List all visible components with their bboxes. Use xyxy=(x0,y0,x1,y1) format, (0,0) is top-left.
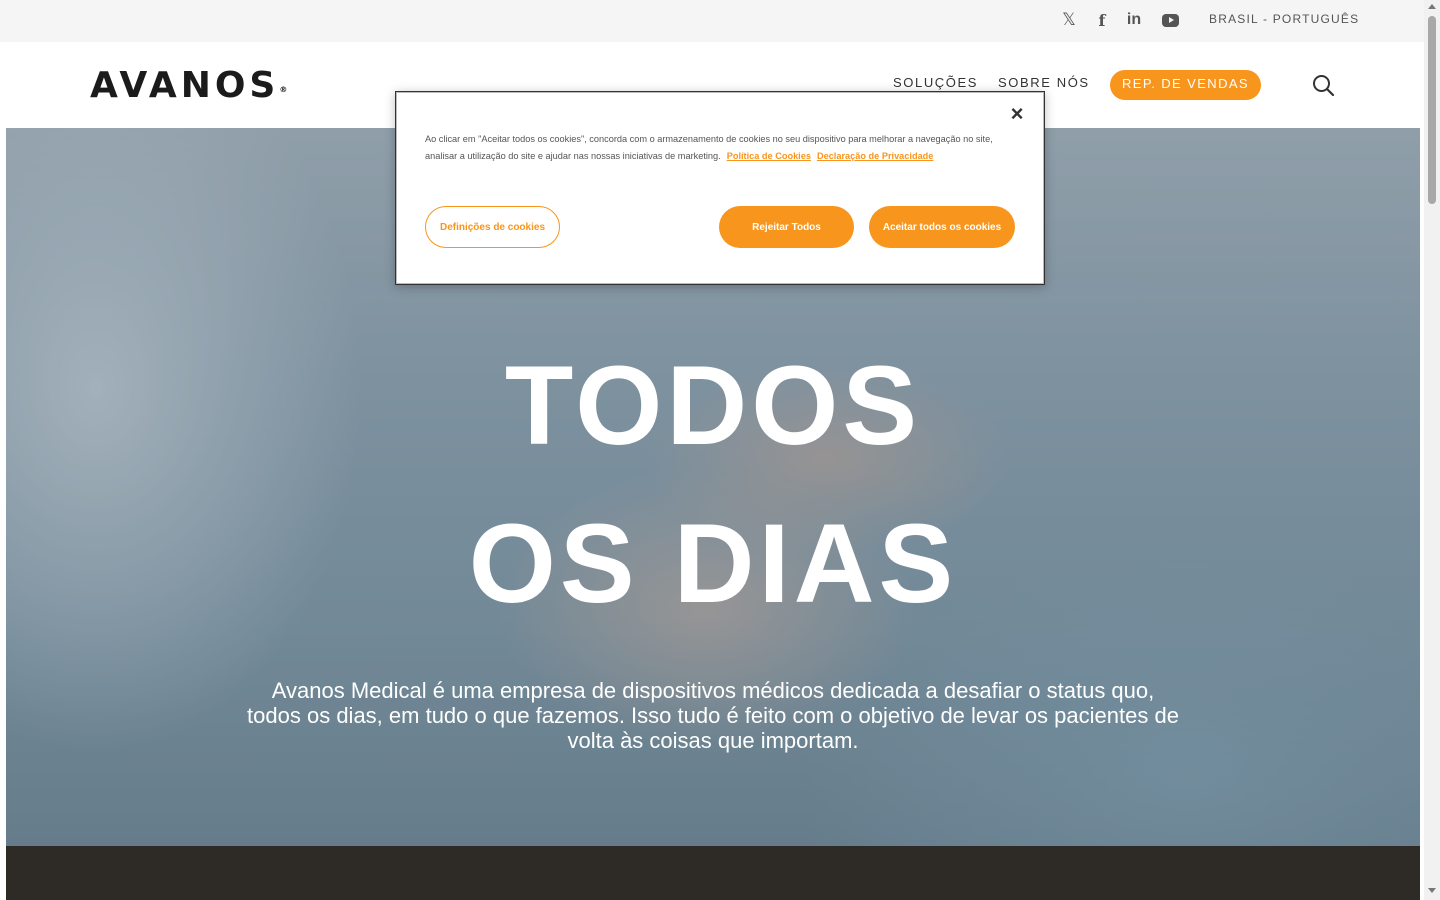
x-twitter-icon[interactable]: 𝕏 xyxy=(1058,9,1080,31)
scroll-up-arrow-icon[interactable] xyxy=(1428,4,1436,9)
close-icon[interactable]: × xyxy=(1007,103,1027,125)
linkedin-icon[interactable]: in xyxy=(1123,9,1145,31)
facebook-icon[interactable]: f xyxy=(1091,9,1113,31)
privacy-statement-link[interactable]: Declaração de Privacidade xyxy=(817,151,933,161)
cookie-consent-dialog: × Ao clicar em "Aceitar todos os cookies… xyxy=(395,91,1045,285)
scroll-down-arrow-icon[interactable] xyxy=(1428,888,1436,893)
registered-mark: ® xyxy=(279,85,288,94)
youtube-play-icon xyxy=(1161,13,1179,27)
hero-title-line2: OS DIAS xyxy=(468,501,958,626)
avanos-logo[interactable]: AVANOS® xyxy=(90,66,287,106)
dark-section xyxy=(6,846,1420,900)
language-selector[interactable]: BRASIL - PORTUGUÊS xyxy=(1209,12,1359,26)
reject-all-button[interactable]: Rejeitar Todos xyxy=(719,206,854,248)
hero-description: Avanos Medical é uma empresa de disposit… xyxy=(247,678,1179,753)
scroll-thumb[interactable] xyxy=(1428,16,1436,204)
top-utility-bar: 𝕏 f in BRASIL - PORTUGUÊS xyxy=(0,0,1424,42)
nav-sobre-nos[interactable]: SOBRE NÓS xyxy=(998,75,1090,90)
page-scrollbar[interactable] xyxy=(1424,0,1440,900)
search-icon[interactable] xyxy=(1312,74,1334,96)
cookie-policy-link[interactable]: Política de Cookies xyxy=(727,151,811,161)
youtube-icon[interactable] xyxy=(1159,9,1181,31)
cookie-notice-text: Ao clicar em "Aceitar todos os cookies",… xyxy=(425,131,1020,165)
hero-title-line1: TODOS xyxy=(504,343,922,468)
accept-all-cookies-button[interactable]: Aceitar todos os cookies xyxy=(869,206,1015,248)
logo-text: AVANOS xyxy=(90,65,280,106)
nav-solucoes[interactable]: SOLUÇÕES xyxy=(893,75,978,90)
cookie-settings-button[interactable]: Definições de cookies xyxy=(425,206,560,248)
sales-rep-button[interactable]: REP. DE VENDAS xyxy=(1110,70,1261,100)
